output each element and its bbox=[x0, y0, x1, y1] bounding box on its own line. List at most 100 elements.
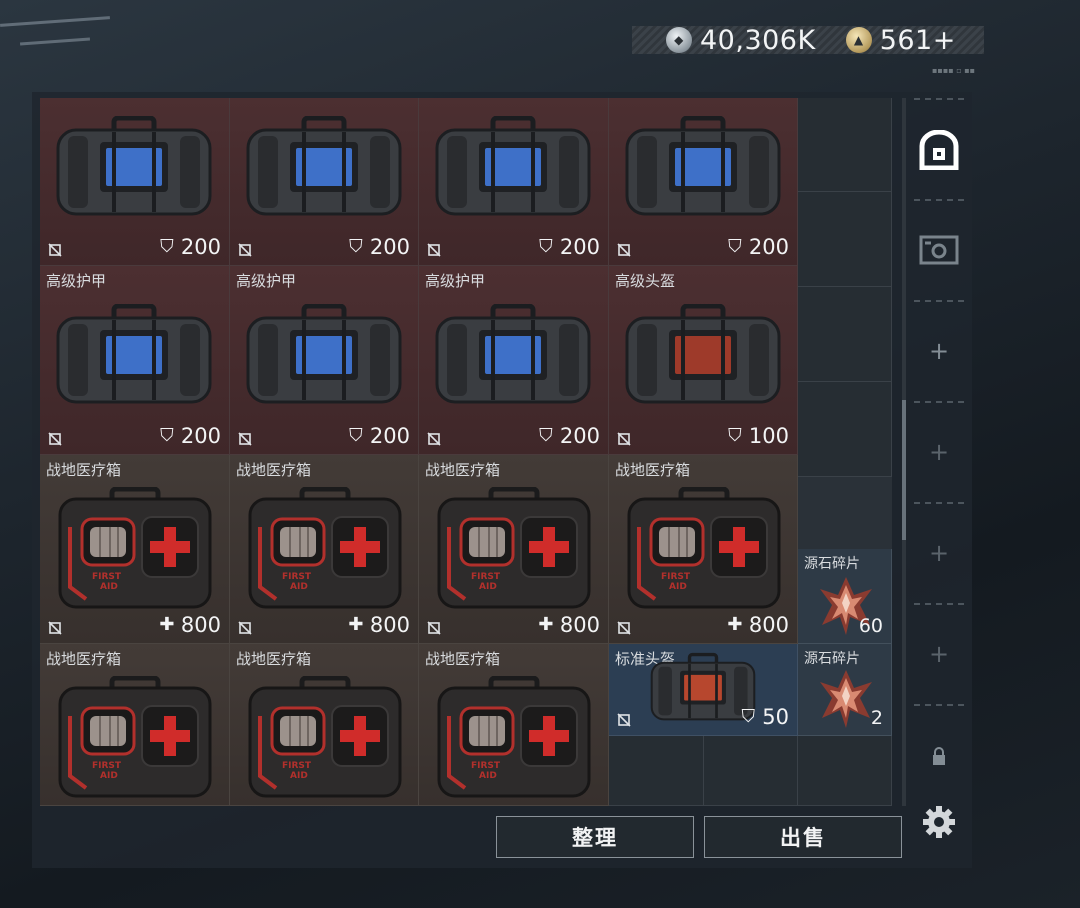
svg-text:FIRST: FIRST bbox=[282, 761, 312, 771]
medkit-image: FIRST AID bbox=[58, 675, 212, 804]
item-name: 战地医疗箱 bbox=[425, 461, 501, 479]
no-trade-icon bbox=[617, 713, 631, 727]
medkit-image: FIRST AID bbox=[58, 486, 212, 615]
svg-text:FIRST: FIRST bbox=[92, 761, 122, 771]
tab-add-slot[interactable]: + bbox=[912, 402, 966, 502]
silver-coin-icon: ◆ bbox=[666, 27, 692, 53]
background-streak bbox=[19, 37, 91, 46]
armor-bag-image bbox=[244, 303, 404, 408]
shard-image bbox=[818, 668, 874, 734]
medkit-item[interactable]: 战地医疗箱 FIRST AID bbox=[419, 644, 609, 806]
currency-bar: ◆ 40,306K ▲ 561+ bbox=[632, 24, 984, 56]
plus-icon: + bbox=[928, 337, 950, 365]
item-name: 战地医疗箱 bbox=[46, 461, 122, 479]
armor-item[interactable]: 高级护甲 ⛉ 200 bbox=[40, 266, 230, 455]
item-name: 源石碎片 bbox=[804, 556, 860, 572]
medkit-item[interactable]: 战地医疗箱 FIRST AID ✚ 800 bbox=[40, 455, 230, 644]
medkit-item[interactable]: 战地医疗箱 FIRST AID ✚ 800 bbox=[609, 455, 798, 644]
shield-icon: ⛉ bbox=[539, 236, 553, 257]
medkit-item[interactable]: 战地医疗箱 FIRST AID bbox=[40, 644, 230, 806]
item-name: 高级护甲 bbox=[46, 272, 107, 290]
scrollbar-thumb[interactable] bbox=[902, 400, 906, 540]
no-trade-icon bbox=[617, 243, 631, 257]
version-text: ▪▪▪▪ ▫ ▪▪ bbox=[932, 66, 976, 75]
item-name: 战地医疗箱 bbox=[425, 650, 501, 668]
shield-icon: ⛉ bbox=[349, 425, 363, 446]
item-value: ⛉ 200 bbox=[347, 235, 410, 259]
armor-item[interactable]: ⛉ 200 bbox=[419, 98, 609, 266]
armor-item[interactable]: ⛉ 200 bbox=[40, 98, 230, 266]
medkit-item[interactable]: 战地医疗箱 FIRST AID bbox=[230, 644, 419, 806]
heal-plus-icon: ✚ bbox=[538, 614, 554, 635]
item-value: ⛉ 200 bbox=[158, 235, 221, 259]
svg-text:FIRST: FIRST bbox=[661, 572, 691, 582]
no-trade-icon bbox=[238, 243, 252, 257]
heal-plus-icon: ✚ bbox=[727, 614, 743, 635]
item-value: ⛉ 200 bbox=[537, 235, 600, 259]
tab-backpack[interactable] bbox=[912, 100, 966, 200]
item-count: 2 bbox=[870, 707, 883, 729]
helmet-bag-image bbox=[623, 303, 783, 408]
armor-bag-image bbox=[244, 115, 404, 220]
gold-amount: 561+ bbox=[879, 24, 956, 56]
medkit-item[interactable]: 战地医疗箱 FIRST AID ✚ 800 bbox=[230, 455, 419, 644]
armor-bag-image bbox=[54, 115, 214, 220]
armor-bag-image bbox=[623, 115, 783, 220]
svg-text:AID: AID bbox=[290, 582, 308, 592]
tab-add-slot[interactable]: + bbox=[912, 604, 966, 704]
armor-item[interactable]: ⛉ 200 bbox=[230, 98, 419, 266]
plus-icon: + bbox=[928, 539, 950, 567]
item-value: ⛉ 200 bbox=[347, 424, 410, 448]
lock-button[interactable] bbox=[912, 706, 966, 806]
tab-vehicle[interactable] bbox=[912, 200, 966, 300]
heal-plus-icon: ✚ bbox=[159, 614, 175, 635]
armor-bag-image bbox=[433, 303, 593, 408]
svg-text:FIRST: FIRST bbox=[92, 572, 122, 582]
svg-text:AID: AID bbox=[290, 771, 308, 781]
armor-bag-image bbox=[433, 115, 593, 220]
settings-button[interactable] bbox=[917, 800, 961, 844]
gold-currency[interactable]: ▲ 561+ bbox=[845, 24, 956, 56]
shard-item[interactable]: 源石碎片 2 bbox=[798, 644, 892, 736]
tab-add-slot[interactable]: + bbox=[912, 503, 966, 603]
item-name: 高级护甲 bbox=[236, 272, 297, 290]
no-trade-icon bbox=[617, 432, 631, 446]
shard-item[interactable]: 源石碎片 60 bbox=[798, 549, 892, 644]
svg-text:AID: AID bbox=[100, 771, 118, 781]
item-name: 战地医疗箱 bbox=[615, 461, 691, 479]
armor-item[interactable]: 高级护甲 ⛉ 200 bbox=[419, 266, 609, 455]
item-name: 战地医疗箱 bbox=[236, 650, 312, 668]
standard-helmet-item[interactable]: 标准头盔 ⛉ 50 bbox=[609, 644, 798, 736]
item-name: 战地医疗箱 bbox=[236, 461, 312, 479]
helmet-item[interactable]: 高级头盔 ⛉ 100 bbox=[609, 266, 798, 455]
item-value: ✚ 800 bbox=[538, 613, 600, 637]
item-value: ✚ 800 bbox=[159, 613, 221, 637]
sell-button[interactable]: 出售 bbox=[704, 816, 902, 858]
item-name: 源石碎片 bbox=[804, 651, 860, 667]
svg-text:AID: AID bbox=[479, 582, 497, 592]
inventory-scrollbar[interactable] bbox=[902, 98, 906, 806]
svg-text:AID: AID bbox=[100, 582, 118, 592]
medkit-image: FIRST AID bbox=[437, 486, 591, 615]
medkit-image: FIRST AID bbox=[437, 675, 591, 804]
svg-text:FIRST: FIRST bbox=[471, 761, 501, 771]
item-value: ✚ 800 bbox=[727, 613, 789, 637]
item-value: ⛉ 200 bbox=[537, 424, 600, 448]
no-trade-icon bbox=[427, 621, 441, 635]
shield-icon: ⛉ bbox=[728, 425, 742, 446]
lock-icon bbox=[933, 747, 945, 765]
organize-button[interactable]: 整理 bbox=[496, 816, 694, 858]
armor-item[interactable]: 高级护甲 ⛉ 200 bbox=[230, 266, 419, 455]
medkit-image: FIRST AID bbox=[627, 486, 781, 615]
item-name: 高级护甲 bbox=[425, 272, 486, 290]
armor-item[interactable]: ⛉ 200 bbox=[609, 98, 798, 266]
medkit-image: FIRST AID bbox=[248, 486, 402, 615]
items-layer: ⛉ 200 ⛉ 200 ⛉ 200 ⛉ 200 高级护甲 ⛉ 200 高级护甲 … bbox=[40, 98, 892, 806]
no-trade-icon bbox=[48, 432, 62, 446]
svg-text:AID: AID bbox=[669, 582, 687, 592]
medkit-item[interactable]: 战地医疗箱 FIRST AID ✚ 800 bbox=[419, 455, 609, 644]
tab-add-slot[interactable]: + bbox=[912, 301, 966, 401]
item-value: ⛉ 200 bbox=[726, 235, 789, 259]
heal-plus-icon: ✚ bbox=[348, 614, 364, 635]
svg-text:FIRST: FIRST bbox=[471, 572, 501, 582]
